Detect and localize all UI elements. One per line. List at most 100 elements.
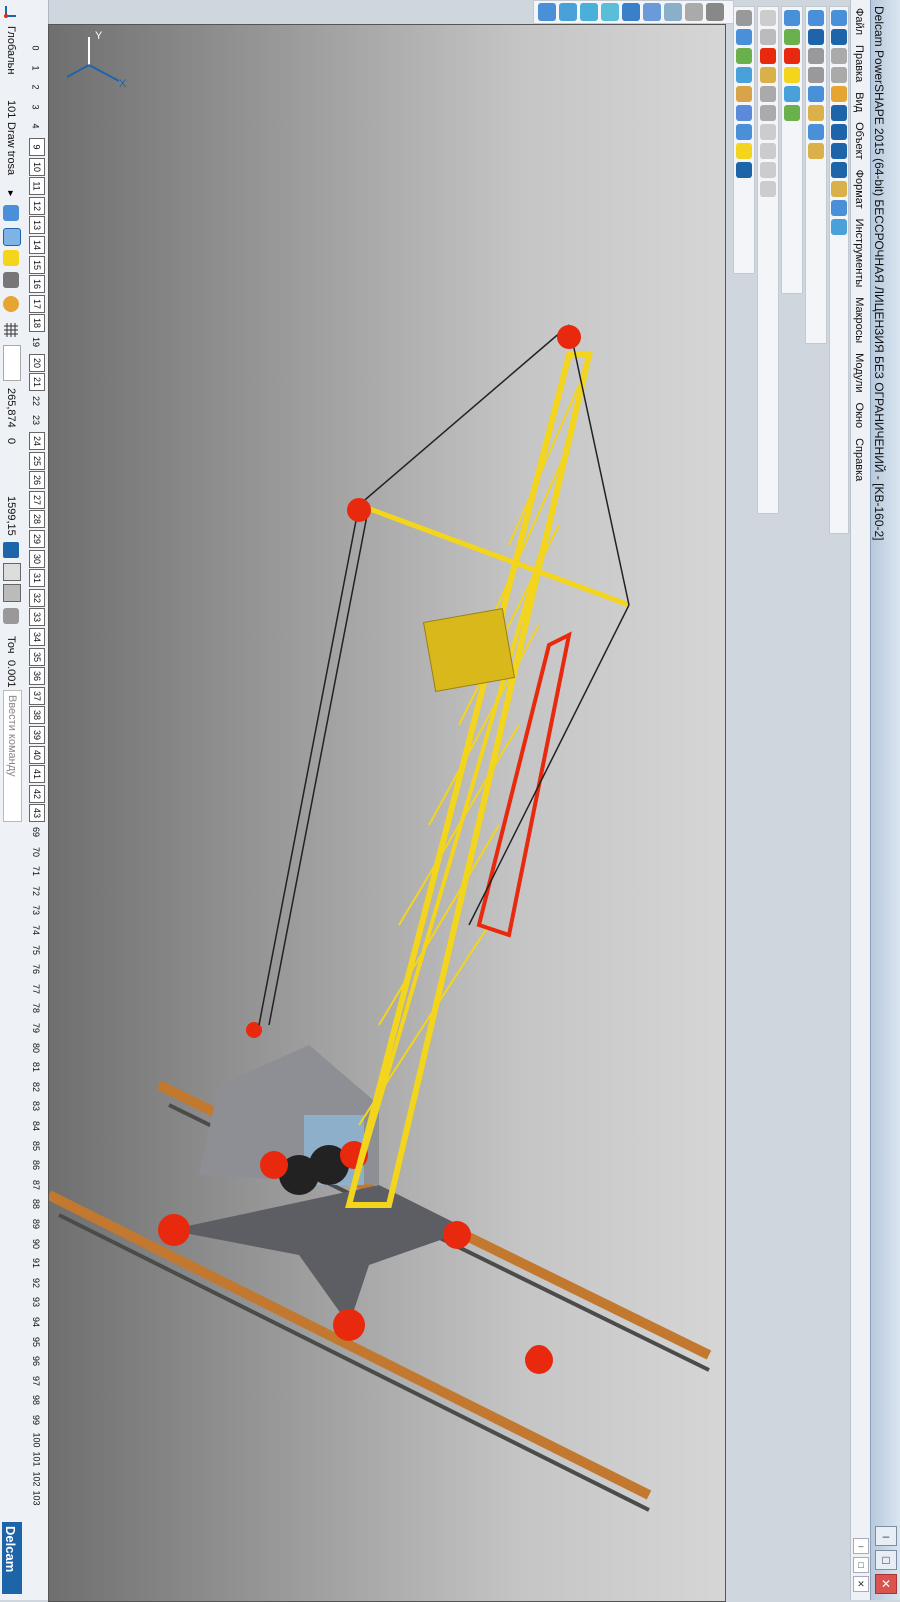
tree-icon[interactable] (784, 105, 800, 121)
level-button[interactable]: 10 (29, 157, 45, 176)
lock-icon[interactable] (3, 272, 19, 288)
menu-item-6[interactable]: Макросы (853, 297, 865, 343)
level-button[interactable]: 27 (29, 490, 45, 509)
level-button[interactable]: 97 (29, 1373, 43, 1389)
level-button[interactable]: 42 (29, 784, 45, 803)
menu-item-2[interactable]: Вид (853, 92, 865, 112)
level-button[interactable]: 17 (29, 294, 45, 313)
level-button[interactable]: 21 (29, 373, 45, 392)
level-button[interactable]: 1 (29, 60, 43, 76)
level-button[interactable]: 92 (29, 1275, 43, 1291)
mdi-restore-button[interactable]: □ (853, 1557, 869, 1573)
shaded-view-icon[interactable] (3, 205, 19, 221)
toggle-icon[interactable] (3, 563, 21, 581)
coord-y-field[interactable]: 0 (5, 438, 17, 444)
level-button[interactable]: 78 (29, 1000, 43, 1016)
workplane-mode-select[interactable]: Глобальн (5, 26, 17, 74)
coord-x-field[interactable]: 265,874 (5, 388, 17, 428)
level-button[interactable]: 40 (29, 745, 45, 764)
loft-icon[interactable] (760, 143, 776, 159)
pattern-icon[interactable] (736, 162, 752, 178)
zoom-fit-icon[interactable] (685, 3, 703, 21)
level-button[interactable]: 9 (29, 138, 45, 156)
level-button[interactable]: 73 (29, 902, 43, 918)
level-button[interactable]: 74 (29, 922, 43, 938)
graphics-viewport[interactable]: Y X (48, 24, 726, 1602)
level-button[interactable]: 95 (29, 1334, 43, 1350)
level-button[interactable]: 14 (29, 236, 45, 254)
level-button[interactable]: 25 (29, 451, 45, 470)
level-button[interactable]: 23 (29, 412, 43, 428)
level-button[interactable]: 2 (29, 79, 43, 95)
level-button[interactable]: 71 (29, 863, 43, 879)
spring-icon[interactable] (760, 124, 776, 140)
level-button[interactable]: 69 (29, 824, 43, 840)
extrude-icon[interactable] (736, 29, 752, 45)
level-button[interactable]: 72 (29, 883, 43, 899)
level-button[interactable]: 32 (29, 588, 45, 607)
grid-icon[interactable] (3, 322, 19, 338)
shaded-wire-icon[interactable] (3, 250, 19, 266)
level-button[interactable]: 99 (29, 1412, 43, 1428)
box-icon[interactable] (784, 10, 800, 26)
curve-icon[interactable] (831, 143, 847, 159)
level-button[interactable]: 18 (29, 314, 45, 333)
view-back-icon[interactable] (622, 3, 640, 21)
offset-icon[interactable] (760, 181, 776, 197)
menu-item-8[interactable]: Окно (853, 403, 865, 429)
select-icon[interactable] (706, 3, 724, 21)
level-button[interactable]: 35 (29, 647, 45, 666)
view-left-icon[interactable] (643, 3, 661, 21)
level-button[interactable]: 80 (29, 1040, 43, 1056)
triangle-icon[interactable] (784, 67, 800, 83)
arc-icon[interactable] (831, 124, 847, 140)
level-button[interactable]: 22 (29, 393, 43, 409)
save-icon[interactable] (808, 29, 824, 45)
text-icon[interactable] (831, 162, 847, 178)
minimize-button[interactable]: – (875, 1526, 897, 1546)
leaf-icon[interactable] (784, 29, 800, 45)
window-icon[interactable] (784, 86, 800, 102)
view-iso-icon[interactable] (538, 3, 556, 21)
level-button[interactable]: 70 (29, 844, 43, 860)
plane-icon[interactable] (760, 29, 776, 45)
close-button[interactable]: ✕ (875, 1574, 897, 1594)
view-right-icon[interactable] (601, 3, 619, 21)
level-button[interactable]: 43 (29, 804, 45, 823)
point-icon[interactable] (831, 86, 847, 102)
level-button[interactable]: 98 (29, 1392, 43, 1408)
boolean-icon[interactable] (736, 124, 752, 140)
shell-icon[interactable] (736, 105, 752, 121)
level-button[interactable]: 91 (29, 1255, 43, 1271)
level-button[interactable]: 34 (29, 628, 45, 646)
level-button[interactable]: 29 (29, 530, 45, 548)
cone-icon[interactable] (760, 86, 776, 102)
level-button[interactable]: 100 (29, 1432, 43, 1448)
view-top-icon[interactable] (580, 3, 598, 21)
level-button[interactable]: 39 (29, 726, 45, 744)
level-button[interactable]: 89 (29, 1216, 43, 1232)
undo-icon[interactable] (831, 48, 847, 64)
tolerance-field[interactable]: 0.001 (5, 660, 17, 688)
feature-icon[interactable] (736, 67, 752, 83)
menu-item-4[interactable]: Формат (853, 170, 865, 209)
sweep-icon[interactable] (760, 162, 776, 178)
level-button[interactable]: 4 (29, 118, 43, 134)
menu-item-3[interactable]: Объект (853, 122, 865, 159)
snap-icon[interactable] (3, 608, 19, 624)
level-button[interactable]: 3 (29, 99, 43, 115)
solid-icon[interactable] (736, 10, 752, 26)
fold-icon[interactable] (808, 124, 824, 140)
line-icon[interactable] (831, 105, 847, 121)
mdi-minimize-button[interactable]: – (853, 1538, 869, 1554)
level-button[interactable]: 84 (29, 1118, 43, 1134)
globe-icon[interactable] (808, 86, 824, 102)
level-button[interactable]: 16 (29, 275, 45, 294)
level-button[interactable]: 101 (29, 1451, 43, 1467)
copy-icon[interactable] (808, 67, 824, 83)
cylinder-icon[interactable] (760, 67, 776, 83)
level-button[interactable]: 79 (29, 1020, 43, 1036)
menu-item-7[interactable]: Модули (853, 353, 865, 392)
level-button[interactable]: 75 (29, 942, 43, 958)
wireframe-view-icon[interactable] (3, 228, 21, 246)
